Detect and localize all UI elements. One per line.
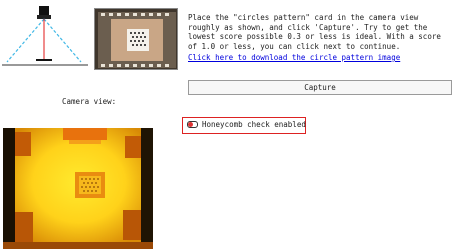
camera-view-feed bbox=[3, 128, 153, 249]
download-pattern-link[interactable]: Click here to download the circle patter… bbox=[188, 53, 400, 62]
honeycomb-check-label: Honeycomb check enabled bbox=[202, 120, 306, 129]
camera-view-label: Camera view: bbox=[62, 97, 117, 106]
instructions-text: Place the "circles pattern" card in the … bbox=[188, 13, 441, 51]
camera-setup-diagram bbox=[2, 2, 88, 68]
honeycomb-check-toggle[interactable]: Honeycomb check enabled bbox=[187, 120, 306, 129]
toggle-knob bbox=[188, 122, 193, 127]
pattern-placement-photo bbox=[94, 8, 178, 70]
capture-button[interactable]: Capture bbox=[188, 80, 452, 95]
toggle-switch-icon[interactable] bbox=[187, 121, 198, 128]
